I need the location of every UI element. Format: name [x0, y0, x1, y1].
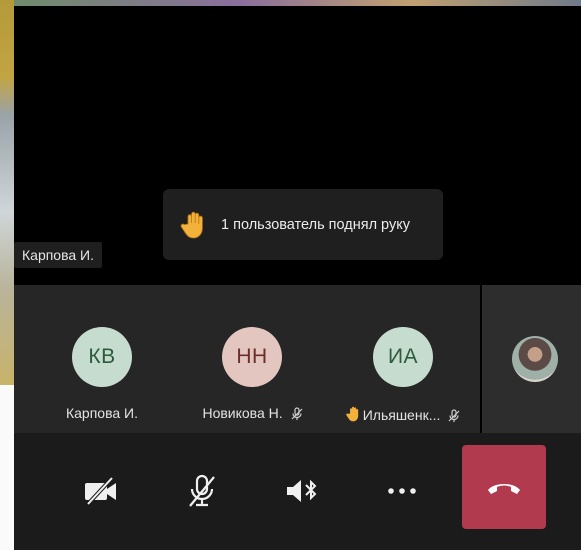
more-options-button[interactable] — [382, 473, 422, 509]
call-controls-bar — [14, 433, 581, 550]
mic-toggle-button[interactable] — [182, 473, 222, 509]
background-photo — [0, 0, 14, 385]
self-avatar[interactable] — [512, 336, 558, 382]
camera-toggle-button[interactable] — [81, 473, 121, 509]
participant-tile[interactable]: ИА Ильяшенк... — [328, 285, 478, 433]
participant-name: Карпова И. — [65, 405, 138, 421]
speaker-name-tag: Карпова И. — [14, 242, 103, 268]
mic-off-icon — [189, 474, 215, 507]
raised-hand-icon — [180, 211, 203, 238]
participant-tile[interactable]: КВ Карпова И. — [27, 285, 177, 433]
notification-text: 1 пользователь поднял руку — [221, 216, 410, 233]
participant-name: Ильяшенк... — [328, 405, 478, 423]
more-icon — [388, 488, 416, 494]
hang-up-button[interactable] — [462, 445, 546, 529]
speaker-bluetooth-icon — [287, 479, 317, 502]
participant-name: Новикова Н. — [178, 405, 328, 421]
raised-hand-icon — [345, 406, 358, 422]
participant-tile[interactable]: НН Новикова Н. — [178, 285, 328, 433]
background-panel — [0, 385, 14, 550]
avatar: НН — [222, 327, 282, 387]
hang-up-icon — [488, 484, 520, 494]
mic-off-icon — [448, 409, 460, 423]
raised-hand-notification: 1 пользователь поднял руку — [163, 189, 443, 260]
avatar: ИА — [373, 327, 433, 387]
camera-off-icon — [85, 476, 116, 506]
mic-off-icon — [291, 407, 302, 421]
participants-strip: КВ Карпова И. НН Новикова Н. ИА Ильяшенк… — [14, 285, 480, 433]
speaker-button[interactable] — [282, 473, 322, 509]
avatar: КВ — [72, 327, 132, 387]
